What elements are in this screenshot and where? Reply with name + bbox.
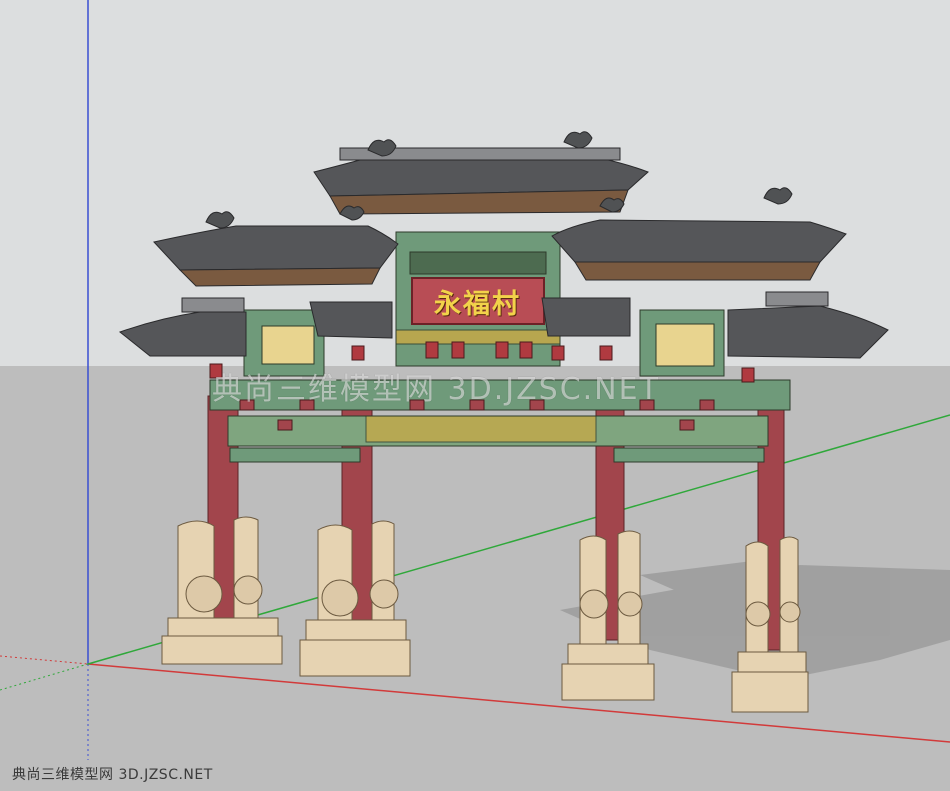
watermark-footer: 典尚三维模型网 3D.JZSC.NET <box>12 767 213 783</box>
beam-gold-band <box>365 415 597 443</box>
plaque-text: 永福村 <box>434 289 521 320</box>
beam-lower-right <box>613 447 765 463</box>
roof-upper-right <box>551 219 847 263</box>
watermark-overlay: 典尚三维模型网 3D.JZSC.NET <box>212 372 660 407</box>
medallion-right <box>655 323 715 367</box>
roof-inner-right <box>541 297 631 337</box>
sketchup-viewport[interactable]: 永福村 典尚三维模型网 3D.JZSC.NET 典尚三维模型网 3D.JZSC.… <box>0 0 950 791</box>
medallion-left <box>261 325 315 365</box>
roof-inner-left <box>309 301 393 339</box>
beam-lower <box>229 447 361 463</box>
